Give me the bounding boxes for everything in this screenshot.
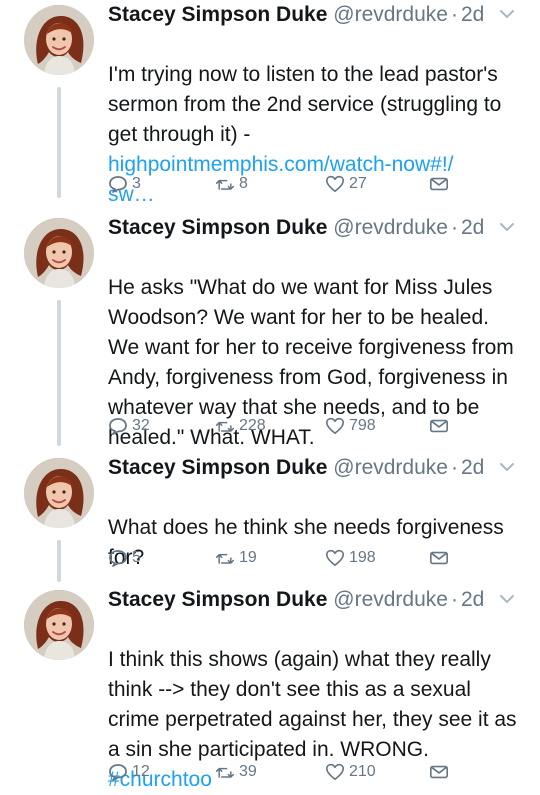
like-button[interactable]: 798 bbox=[325, 414, 376, 438]
tweet-header: Stacey Simpson Duke @revdrduke · 2d bbox=[108, 585, 528, 615]
heart-icon bbox=[326, 549, 344, 567]
retweet-button[interactable]: 39 bbox=[215, 760, 257, 784]
direct-message-button[interactable] bbox=[429, 172, 453, 196]
envelope-icon bbox=[430, 177, 448, 191]
heart-icon bbox=[326, 175, 344, 193]
avatar[interactable] bbox=[24, 458, 94, 528]
display-name[interactable]: Stacey Simpson Duke bbox=[108, 3, 327, 26]
reply-count: 5 bbox=[132, 549, 141, 566]
like-button[interactable]: 198 bbox=[325, 546, 376, 570]
like-button[interactable]: 27 bbox=[325, 172, 367, 196]
username[interactable]: @revdrduke bbox=[333, 588, 448, 611]
thread-line bbox=[57, 87, 61, 198]
reply-icon bbox=[109, 176, 127, 193]
reply-count: 3 bbox=[132, 175, 141, 192]
tweet-body: I think this shows (again) what they rea… bbox=[108, 648, 517, 761]
display-name[interactable]: Stacey Simpson Duke bbox=[108, 216, 327, 239]
retweet-count: 8 bbox=[239, 175, 248, 192]
tweet-body: I'm trying now to listen to the lead pas… bbox=[108, 63, 502, 146]
retweet-button[interactable]: 228 bbox=[215, 414, 266, 438]
reply-button[interactable]: 3 bbox=[108, 172, 141, 196]
like-count: 210 bbox=[349, 763, 376, 780]
avatar[interactable] bbox=[24, 5, 94, 75]
envelope-icon bbox=[430, 419, 448, 433]
tweet-header: Stacey Simpson Duke @revdrduke · 2d bbox=[108, 0, 528, 30]
timestamp[interactable]: 2d bbox=[461, 216, 484, 239]
reply-button[interactable]: 32 bbox=[108, 414, 150, 438]
separator-dot: · bbox=[450, 456, 458, 479]
tweet-header: Stacey Simpson Duke @revdrduke · 2d bbox=[108, 453, 528, 483]
like-count: 798 bbox=[349, 417, 376, 434]
tweet-header: Stacey Simpson Duke @revdrduke · 2d bbox=[108, 213, 528, 243]
reply-icon bbox=[109, 418, 127, 435]
reply-button[interactable]: 12 bbox=[108, 760, 150, 784]
retweet-button[interactable]: 19 bbox=[215, 546, 257, 570]
retweet-count: 228 bbox=[239, 417, 266, 434]
tweet-actions: 3 8 27 bbox=[108, 172, 508, 196]
username[interactable]: @revdrduke bbox=[333, 3, 448, 26]
timestamp[interactable]: 2d bbox=[461, 456, 484, 479]
like-count: 198 bbox=[349, 549, 376, 566]
separator-dot: · bbox=[450, 588, 458, 611]
reply-icon bbox=[109, 550, 127, 567]
retweet-icon bbox=[215, 767, 235, 778]
like-count: 27 bbox=[349, 175, 367, 192]
envelope-icon bbox=[430, 765, 448, 779]
avatar[interactable] bbox=[24, 590, 94, 660]
retweet-button[interactable]: 8 bbox=[215, 172, 248, 196]
chevron-down-icon[interactable] bbox=[498, 590, 516, 608]
direct-message-button[interactable] bbox=[429, 760, 453, 784]
chevron-down-icon[interactable] bbox=[498, 218, 516, 236]
separator-dot: · bbox=[450, 3, 458, 26]
display-name[interactable]: Stacey Simpson Duke bbox=[108, 588, 327, 611]
separator-dot: · bbox=[450, 216, 458, 239]
like-button[interactable]: 210 bbox=[325, 760, 376, 784]
envelope-icon bbox=[430, 551, 448, 565]
avatar[interactable] bbox=[24, 218, 94, 288]
chevron-down-icon[interactable] bbox=[498, 458, 516, 476]
chevron-down-icon[interactable] bbox=[498, 5, 516, 23]
direct-message-button[interactable] bbox=[429, 414, 453, 438]
tweet-actions: 12 39 210 bbox=[108, 760, 508, 784]
reply-count: 32 bbox=[132, 417, 150, 434]
thread-line bbox=[57, 300, 61, 446]
timestamp[interactable]: 2d bbox=[461, 3, 484, 26]
thread-line bbox=[57, 540, 61, 582]
username[interactable]: @revdrduke bbox=[333, 456, 448, 479]
tweet-actions: 32 228 798 bbox=[108, 414, 508, 438]
retweet-icon bbox=[215, 421, 235, 432]
retweet-icon bbox=[215, 553, 235, 564]
retweet-count: 39 bbox=[239, 763, 257, 780]
timestamp[interactable]: 2d bbox=[461, 588, 484, 611]
retweet-icon bbox=[215, 179, 235, 190]
heart-icon bbox=[326, 763, 344, 781]
reply-button[interactable]: 5 bbox=[108, 546, 141, 570]
heart-icon bbox=[326, 417, 344, 435]
reply-icon bbox=[109, 764, 127, 781]
display-name[interactable]: Stacey Simpson Duke bbox=[108, 456, 327, 479]
username[interactable]: @revdrduke bbox=[333, 216, 448, 239]
tweet-actions: 5 19 198 bbox=[108, 546, 508, 570]
direct-message-button[interactable] bbox=[429, 546, 453, 570]
reply-count: 12 bbox=[132, 763, 150, 780]
retweet-count: 19 bbox=[239, 549, 257, 566]
